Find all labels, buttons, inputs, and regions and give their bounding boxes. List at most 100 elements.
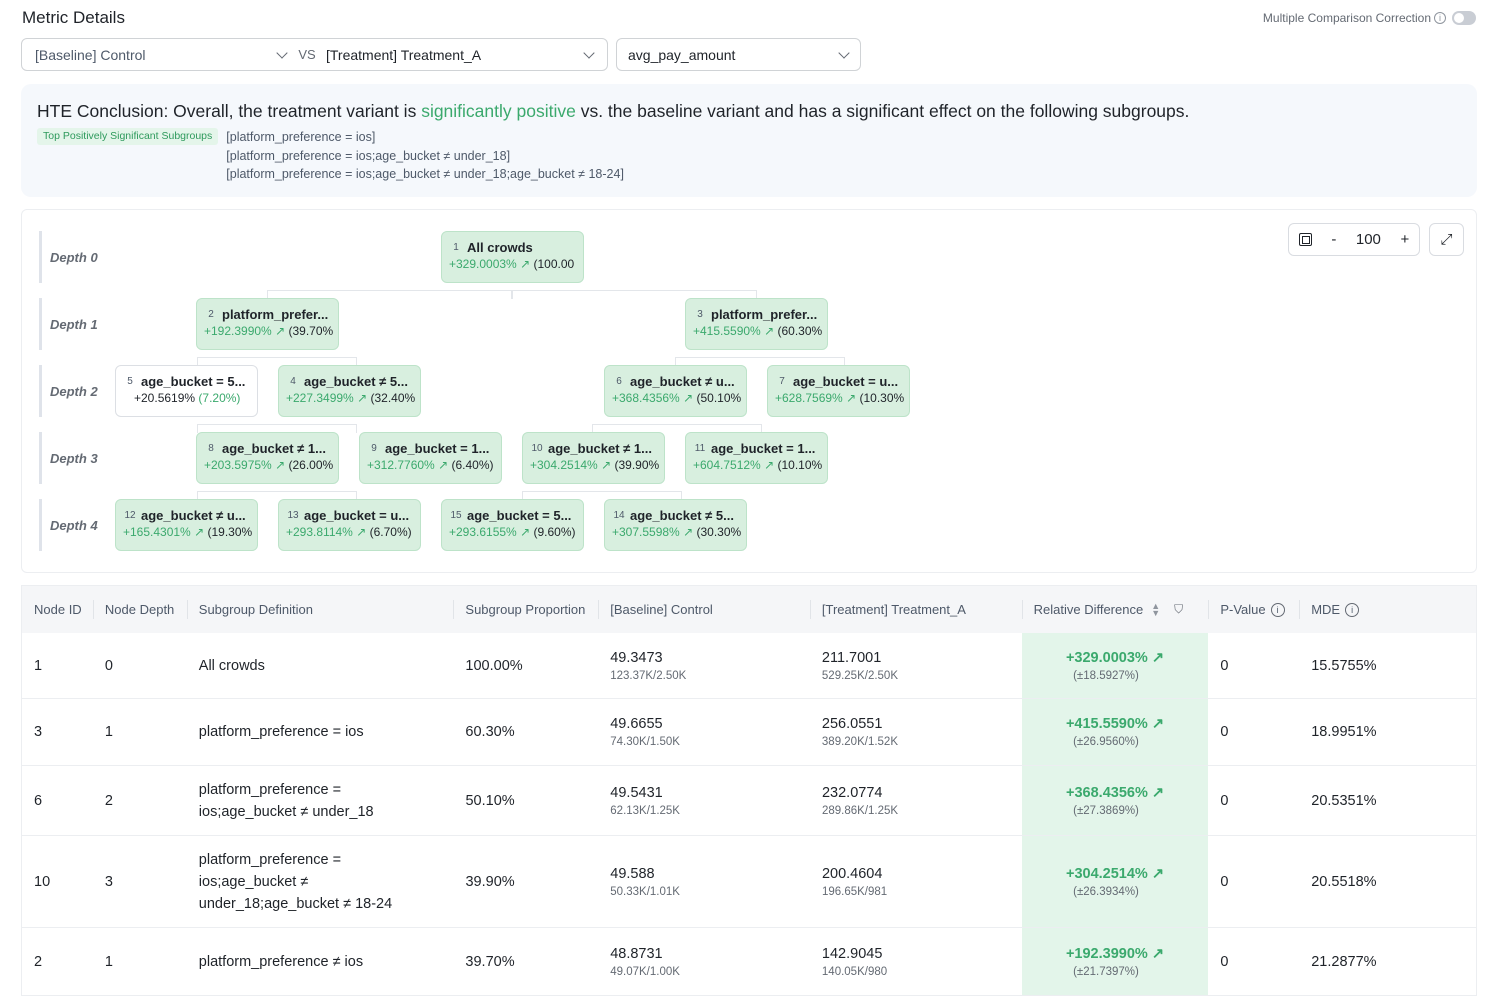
metric-value: avg_pay_amount — [628, 46, 736, 63]
cell-p-value: 0 — [1220, 657, 1229, 674]
tree-node[interactable]: 11 age_bucket = 1... +604.7512% ↗ (10.10% — [685, 432, 828, 484]
table-row[interactable]: 6 2 platform_preference = ios;age_bucket… — [22, 766, 1476, 836]
tree-node[interactable]: 12 age_bucket ≠ u... +165.4301% ↗ (19.30% — [115, 499, 258, 551]
table-row[interactable]: 1 0 All crowds 100.00% 49.3473 123.37K/2.… — [22, 633, 1476, 699]
cell-node-id: 3 — [34, 724, 43, 740]
baseline-dropdown[interactable]: [Baseline] Control — [22, 47, 292, 63]
arrow-up-right-icon: ↗ — [1151, 865, 1165, 882]
fit-view-icon[interactable] — [1298, 233, 1312, 246]
cell-node-depth: 2 — [104, 792, 113, 809]
treatment-dropdown[interactable]: [Treatment] Treatment_A — [322, 47, 607, 63]
node-label: age_bucket ≠ 5... — [630, 507, 734, 523]
table-row[interactable]: 10 3 platform_preference = ios;age_bucke… — [22, 836, 1476, 928]
arrow-up-right-icon: ↗ — [520, 525, 531, 539]
treatment-value: 256.0551 — [821, 716, 883, 732]
tree-node[interactable]: 14 age_bucket ≠ 5... +307.5598% ↗ (30.30% — [604, 499, 747, 551]
node-label: age_bucket = u... — [304, 507, 410, 523]
arrow-up-right-icon: ↗ — [846, 391, 857, 405]
sort-icon[interactable]: ▲ ▼ — [1151, 601, 1160, 617]
node-label: age_bucket ≠ u... — [630, 373, 735, 389]
node-label: age_bucket = 1... — [711, 440, 816, 456]
tree-node[interactable]: 7 age_bucket = u... +628.7569% ↗ (10.30% — [767, 365, 910, 417]
filter-icon[interactable]: ⛉ — [1174, 602, 1183, 617]
info-icon[interactable]: i — [1434, 12, 1446, 24]
node-proportion: (6.70%) — [369, 525, 412, 539]
arrow-up-right-icon: ↗ — [357, 391, 368, 405]
cell-relative-difference: +304.2514% ↗ (±26.3934%) — [1021, 836, 1209, 927]
metric-dropdown[interactable]: avg_pay_amount — [616, 38, 861, 71]
table-row[interactable]: 3 1 platform_preference = ios 60.30% 49.… — [22, 699, 1476, 766]
depth-label: Depth 4 — [39, 499, 109, 551]
node-label: All crowds — [467, 239, 533, 255]
cell-relative-difference: +192.3990% ↗ (±21.7397%) — [1021, 928, 1209, 995]
relative-ci: (±26.3934%) — [1073, 885, 1139, 898]
tree-node[interactable]: 6 age_bucket ≠ u... +368.4356% ↗ (50.10% — [604, 365, 747, 417]
zoom-in-button[interactable]: + — [1400, 231, 1409, 248]
node-value: +203.5975% — [204, 458, 272, 472]
tree-node[interactable]: 3 platform_prefer... +415.5590% ↗ (60.30% — [685, 298, 828, 350]
cell-node-id: 2 — [34, 953, 43, 970]
node-label: age_bucket = 5... — [467, 507, 572, 523]
node-value: +604.7512% — [693, 458, 761, 472]
cell-baseline: 49.588 50.33K/1.01K — [598, 836, 810, 927]
tree-node[interactable]: 15 age_bucket = 5... +293.6155% ↗ (9.60%) — [441, 499, 584, 551]
tree-node[interactable]: 9 age_bucket = 1... +312.7760% ↗ (6.40%) — [359, 432, 502, 484]
node-proportion: (39.90% — [614, 458, 660, 472]
arrow-up-right-icon: ↗ — [356, 525, 367, 539]
info-icon[interactable]: i — [1270, 602, 1285, 617]
node-label: age_bucket ≠ 5... — [304, 373, 408, 389]
cell-treatment: 142.9045 140.05K/980 — [810, 928, 1022, 995]
cell-definition: platform_preference = ios;age_bucket ≠ u… — [198, 851, 393, 912]
arrow-up-right-icon: ↗ — [275, 324, 286, 338]
node-id: 15 — [450, 509, 462, 521]
node-value: +329.0003% — [449, 257, 517, 271]
table-row[interactable]: 2 1 platform_preference ≠ ios 39.70% 48.… — [22, 928, 1476, 996]
baseline-detail: 49.07K/1.00K — [610, 965, 680, 978]
zoom-control: - 100 + — [1288, 223, 1420, 256]
relative-value: +329.0003% ↗ — [1065, 649, 1164, 666]
node-id: 13 — [287, 509, 299, 521]
treatment-value: 211.7001 — [821, 649, 882, 666]
arrow-up-right-icon: ↗ — [1151, 784, 1165, 801]
subgroups-tag: Top Positively Significant Subgroups — [37, 128, 219, 145]
arrow-up-right-icon: ↗ — [764, 458, 775, 472]
tree-node[interactable]: 13 age_bucket = u... +293.8114% ↗ (6.70%) — [278, 499, 421, 551]
node-proportion: (39.70% — [288, 324, 334, 338]
mcc-toggle[interactable] — [1452, 11, 1476, 25]
depth-label: Depth 2 — [39, 365, 109, 417]
cell-p-value: 0 — [1220, 873, 1229, 890]
tree-node[interactable]: 8 age_bucket ≠ 1... +203.5975% ↗ (26.00% — [196, 432, 339, 484]
info-icon[interactable]: i — [1345, 602, 1360, 617]
depth-label: Depth 0 — [39, 231, 109, 283]
cell-p-value: 0 — [1220, 792, 1229, 809]
relative-value: +368.4356% ↗ — [1066, 784, 1165, 801]
cell-relative-difference: +329.0003% ↗ (±18.5927%) — [1021, 633, 1209, 698]
node-proportion: (30.30% — [696, 525, 742, 539]
tree-node[interactable]: 5 age_bucket = 5... +20.5619% (7.20%) — [115, 365, 258, 417]
subgroup-table: Node ID Node Depth Subgroup Definition S… — [21, 585, 1477, 996]
col-header: Node Depth — [92, 586, 187, 633]
multiple-comparison-correction: Multiple Comparison Correction i — [1263, 11, 1476, 25]
arrow-up-right-icon: ↗ — [764, 324, 775, 338]
tree-node[interactable]: 1 All crowds +329.0003% ↗ (100.00 — [441, 231, 584, 283]
tree-node[interactable]: 2 platform_prefer... +192.3990% ↗ (39.70% — [196, 298, 339, 350]
node-value: +304.2514% — [530, 458, 598, 472]
tree-node[interactable]: 10 age_bucket ≠ 1... +304.2514% ↗ (39.90% — [522, 432, 665, 484]
hte-tree[interactable]: Depth 0 Depth 1 Depth 2 Depth 3 Depth 4 … — [21, 209, 1477, 573]
fullscreen-button[interactable]: ⤢ — [1429, 223, 1464, 256]
node-label: age_bucket ≠ 1... — [222, 440, 326, 456]
node-proportion: (32.40% — [370, 391, 416, 405]
baseline-detail: 62.13K/1.25K — [610, 804, 680, 817]
col-header-relative-difference[interactable]: Relative Difference ▲ ▼ ⛉ — [1021, 586, 1209, 633]
baseline-detail: 123.37K/2.50K — [610, 669, 687, 682]
zoom-out-button[interactable]: - — [1331, 231, 1336, 248]
node-label: age_bucket ≠ 1... — [548, 440, 652, 456]
arrow-up-right-icon: ↗ — [683, 391, 694, 405]
arrow-up-right-icon: ↗ — [520, 257, 531, 271]
variant-selector: [Baseline] Control VS [Treatment] Treatm… — [21, 38, 608, 71]
cell-baseline: 49.5431 62.13K/1.25K — [598, 766, 810, 835]
node-value: +368.4356% — [612, 391, 680, 405]
tree-node[interactable]: 4 age_bucket ≠ 5... +227.3499% ↗ (32.40% — [278, 365, 421, 417]
treatment-detail: 289.86K/1.25K — [821, 804, 899, 817]
baseline-value: 48.8731 — [610, 945, 663, 962]
